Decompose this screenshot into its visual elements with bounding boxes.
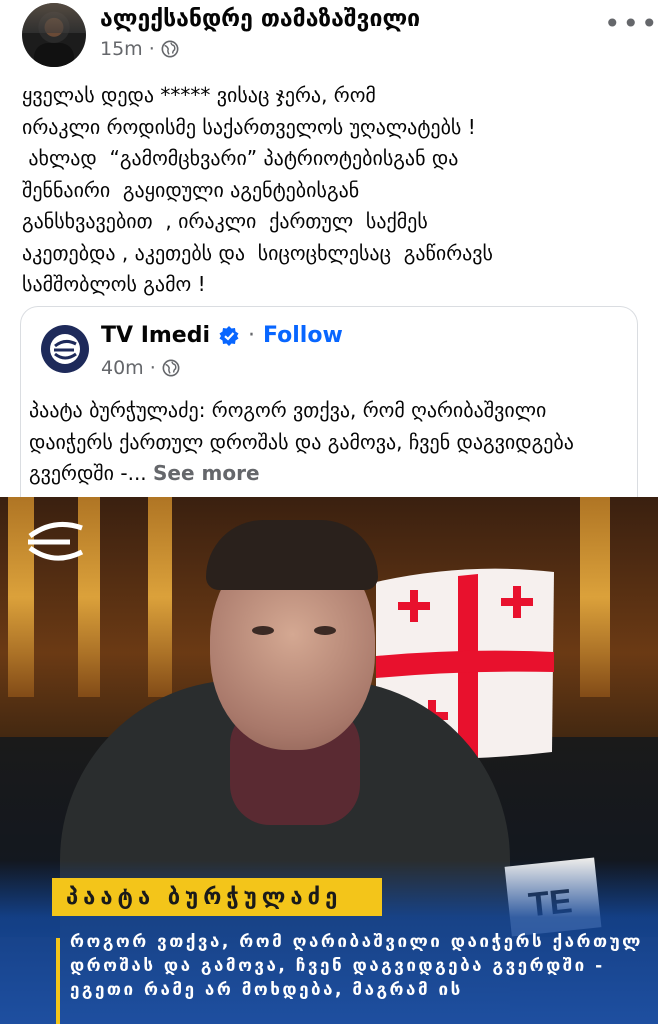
shared-meta-separator: ·	[149, 357, 156, 379]
verified-badge-icon	[219, 325, 239, 346]
globe-icon[interactable]	[161, 40, 179, 58]
speaker-name-bar: პაატა ბურჭულაძე	[52, 878, 382, 916]
post-text: ყველას დედა ***** ვისაც ჯერა, რომ ირაკლი…	[22, 83, 493, 296]
imedi-watermark-icon	[28, 521, 84, 561]
page-name-row: TV Imedi · Follow	[101, 323, 343, 348]
author-name[interactable]: ალექსანდრე თამაზაშვილი	[100, 6, 420, 32]
quote-accent-line	[56, 938, 60, 1024]
meta-separator: ·	[148, 38, 155, 60]
speaker-name: პაატა ბურჭულაძე	[66, 884, 343, 910]
lit-column	[580, 497, 610, 697]
post-header: ალექსანდრე თამაზაშვილი 15m · •••	[0, 0, 658, 72]
globe-icon[interactable]	[162, 359, 180, 377]
imedi-logo-icon	[50, 334, 80, 364]
author-avatar[interactable]	[22, 3, 86, 67]
page-name[interactable]: TV Imedi	[101, 323, 210, 348]
shared-post-card[interactable]: TV Imedi · Follow 40m · პაატა ბურჭულაძე:…	[20, 306, 638, 506]
follow-button[interactable]: Follow	[263, 323, 343, 348]
post-time[interactable]: 15m	[100, 38, 143, 60]
shared-post-text: პაატა ბურჭულაძე: როგორ ვთქვა, რომ ღარიბა…	[29, 395, 629, 490]
person-hair	[206, 520, 378, 590]
page-logo[interactable]	[41, 325, 89, 373]
follow-separator: ·	[248, 323, 256, 348]
post-meta: 15m ·	[100, 38, 179, 60]
shared-post-body: პაატა ბურჭულაძე: როგორ ვთქვა, რომ ღარიბა…	[29, 398, 574, 485]
quote-caption: როგორ ვთქვა, რომ ღარიბაშვილი დაიჭერს ქარ…	[70, 932, 643, 1000]
shared-post-time[interactable]: 40m	[101, 357, 144, 379]
more-options-icon[interactable]: •••	[604, 10, 658, 38]
see-more-link[interactable]: See more	[153, 461, 260, 485]
shared-post-meta: 40m ·	[101, 357, 180, 379]
lit-column	[148, 497, 172, 697]
